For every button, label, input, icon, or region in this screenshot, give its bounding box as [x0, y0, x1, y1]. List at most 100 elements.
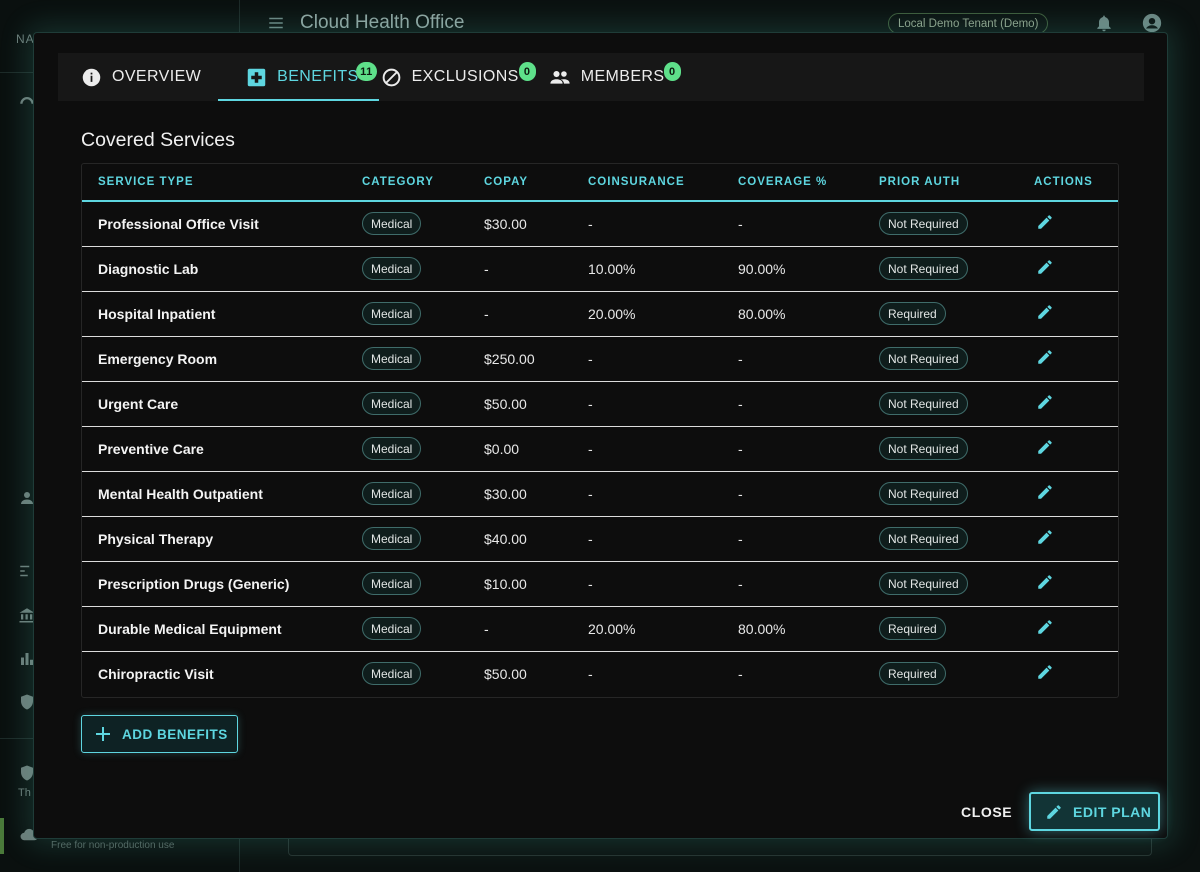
edit-icon[interactable]	[1036, 573, 1054, 591]
tenant-chip[interactable]: Local Demo Tenant (Demo)	[888, 13, 1049, 34]
edit-icon[interactable]	[1036, 303, 1054, 321]
actions-cell	[1018, 471, 1118, 517]
coverage-cell: -	[722, 201, 863, 247]
copay-cell: $50.00	[484, 665, 527, 682]
tab-exclusions[interactable]: EXCLUSIONS 0	[381, 53, 536, 101]
tab-benefits[interactable]: BENEFITS 11	[218, 53, 380, 101]
column-header[interactable]: SERVICE TYPE	[82, 164, 346, 202]
edit-icon[interactable]	[1036, 663, 1054, 681]
actions-cell	[1018, 336, 1118, 382]
sidebar-nav-label: NA	[16, 32, 35, 46]
actions-cell	[1018, 561, 1118, 607]
table-row[interactable]: Emergency Room Medical $250.00- - Not Requir…	[82, 336, 1118, 382]
edit-icon[interactable]	[1036, 528, 1054, 546]
edit-icon[interactable]	[1036, 483, 1054, 501]
prior-auth-chip: Required	[879, 302, 946, 325]
prior-auth-chip: Not Required	[879, 212, 968, 236]
column-header[interactable]: COPAY	[468, 164, 572, 202]
actions-cell	[1018, 516, 1118, 562]
category-chip: Medical	[362, 257, 422, 280]
prior-auth-cell: Not Required	[863, 336, 1018, 382]
table-row[interactable]: Physical Therapy Medical $40.00- - Not Requi…	[82, 516, 1118, 562]
table-row[interactable]: Hospital Inpatient Medical -20.00% 80.00% Re…	[82, 291, 1118, 337]
prior-auth-chip: Not Required	[879, 482, 968, 505]
category-cell: Medical	[346, 246, 468, 292]
background-input	[288, 836, 1152, 856]
edit-icon[interactable]	[1036, 348, 1054, 366]
coinsurance-cell: 10.00%	[572, 246, 722, 292]
close-button[interactable]: CLOSE	[961, 799, 1012, 825]
coinsurance-cell: -	[588, 665, 593, 682]
table-row[interactable]: Preventive Care Medical $0.00- - Not Require…	[82, 426, 1118, 472]
edit-icon[interactable]	[1036, 258, 1054, 276]
coinsurance-cell: 20.00%	[572, 606, 722, 652]
app-title: Cloud Health Office	[300, 12, 465, 33]
edit-plan-label: EDIT PLAN	[1073, 803, 1152, 820]
table-row[interactable]: Mental Health Outpatient Medical $30.00- - N…	[82, 471, 1118, 517]
column-header[interactable]: PRIOR AUTH	[863, 164, 1018, 202]
members-count-badge: 0	[663, 62, 681, 81]
coverage-cell: 90.00%	[722, 246, 863, 292]
coinsurance-cell: -	[572, 201, 722, 247]
service-type-cell: Physical Therapy	[82, 516, 346, 562]
prior-auth-cell: Required	[863, 606, 1018, 652]
category-cell: Medical	[346, 561, 468, 607]
category-chip: Medical	[362, 572, 422, 595]
copay-cell: -	[468, 291, 572, 337]
add-benefits-button[interactable]: ADD BENEFITS	[81, 715, 238, 753]
pencil-icon	[1045, 803, 1063, 821]
prior-auth-cell: Not Required	[863, 426, 1018, 472]
prior-auth-cell: Not Required	[863, 471, 1018, 517]
edit-icon[interactable]	[1036, 213, 1054, 231]
category-chip: Medical	[362, 302, 422, 325]
copay-cell: $250.00	[468, 336, 572, 382]
prior-auth-chip: Not Required	[879, 347, 968, 370]
copay-cell: $30.00	[468, 201, 572, 247]
edit-plan-button[interactable]: EDIT PLAN	[1029, 792, 1160, 831]
column-header[interactable]: CATEGORY	[346, 164, 468, 202]
coinsurance-cell: -	[572, 561, 722, 607]
coinsurance-cell: -	[572, 471, 722, 517]
coinsurance-cell: -	[572, 336, 722, 382]
coverage-cell: -	[722, 426, 863, 472]
tab-label: EXCLUSIONS	[411, 68, 519, 85]
service-type-cell: Emergency Room	[82, 336, 346, 382]
table-row[interactable]: Prescription Drugs (Generic) Medical $10.0…	[82, 561, 1118, 607]
category-chip: Medical	[362, 347, 422, 370]
column-header[interactable]: COVERAGE %	[722, 164, 863, 202]
service-type-cell: Diagnostic Lab	[82, 246, 346, 292]
table-row[interactable]: Professional Office Visit Medical $30.00- -…	[82, 201, 1118, 247]
category-cell: Medical	[346, 471, 468, 517]
edit-icon[interactable]	[1036, 618, 1054, 636]
category-cell: Medical	[346, 291, 468, 337]
service-type-cell: Mental Health Outpatient	[82, 471, 346, 517]
category-cell: Medical	[346, 336, 468, 382]
tab-members[interactable]: MEMBERS 0	[549, 53, 681, 101]
add-benefits-label: ADD BENEFITS	[122, 726, 228, 742]
environment-indicator	[0, 818, 4, 854]
category-chip: Medical	[362, 437, 422, 460]
service-type-cell: Hospital Inpatient	[82, 291, 346, 337]
column-header[interactable]: COINSURANCE	[572, 164, 722, 202]
edit-icon[interactable]	[1036, 393, 1054, 411]
plus-icon	[96, 727, 110, 741]
actions-cell	[1018, 426, 1118, 472]
table-row[interactable]: Chiropractic Visit Medical $50.00 - - Require…	[82, 651, 1118, 696]
footer-note: Free for non-production use	[51, 840, 175, 851]
category-chip: Medical	[362, 527, 422, 550]
category-chip: Medical	[362, 482, 422, 505]
prior-auth-cell: Required	[863, 291, 1018, 337]
table-row[interactable]: Durable Medical Equipment Medical -20.00% 8…	[82, 606, 1118, 652]
category-chip: Medical	[362, 617, 422, 640]
medical-plus-icon	[246, 67, 267, 88]
actions-cell	[1018, 246, 1118, 292]
edit-icon[interactable]	[1036, 438, 1054, 456]
table-row[interactable]: Urgent Care Medical $50.00- - Not Required	[82, 381, 1118, 427]
table-row[interactable]: Diagnostic Lab Medical -10.00% 90.00% Not Re…	[82, 246, 1118, 292]
service-type-cell: Professional Office Visit	[82, 201, 346, 247]
coverage-cell: -	[722, 561, 863, 607]
tab-overview[interactable]: OVERVIEW	[81, 53, 201, 101]
category-chip: Medical	[362, 662, 422, 686]
prior-auth-cell: Not Required	[863, 246, 1018, 292]
prior-auth-chip: Not Required	[879, 392, 968, 415]
